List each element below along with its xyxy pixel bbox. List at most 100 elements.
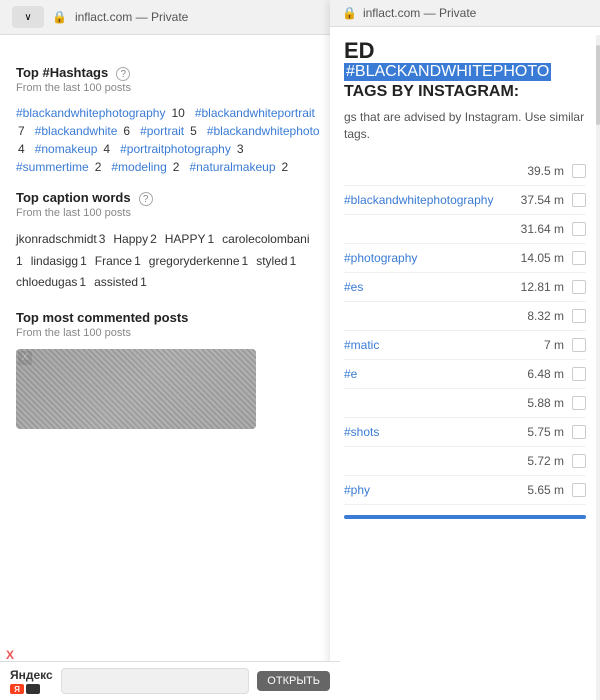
tag-checkbox[interactable] (572, 193, 586, 207)
tag-row: #es 12.81 m (344, 273, 586, 302)
caption-count: 1 (140, 272, 147, 294)
right-panel-content: ED #BLACKANDWHITEPHOTO TAGS BY INSTAGRAM… (330, 27, 600, 692)
caption-words-grid: jkonradschmidt 3 Happy 2 HAPPY 1 carolec… (16, 229, 324, 294)
hashtag-item[interactable]: #blackandwhitephotography (16, 106, 165, 120)
caption-word: France (95, 251, 132, 273)
tag-checkbox[interactable] (572, 367, 586, 381)
hashtag-count: 2 (173, 160, 180, 174)
tag-name[interactable]: #shots (344, 425, 527, 439)
tag-count: 5.65 m (527, 483, 564, 497)
tag-checkbox[interactable] (572, 222, 586, 236)
tag-checkbox[interactable] (572, 483, 586, 497)
tag-checkbox[interactable] (572, 454, 586, 468)
caption-word: lindasigg (31, 251, 78, 273)
tag-row: #matic 7 m (344, 331, 586, 360)
yandex-search-input[interactable] (61, 668, 250, 694)
tag-name[interactable]: #photography (344, 251, 521, 265)
tag-name[interactable]: #es (344, 280, 521, 294)
tag-name[interactable]: #matic (344, 338, 544, 352)
scrollbar-thumb[interactable] (596, 45, 600, 125)
caption-subtitle: From the last 100 posts (16, 207, 324, 219)
tag-count: 37.54 m (521, 193, 564, 207)
hashtag-item[interactable]: #blackandwhiteportrait (195, 106, 315, 120)
tag-row: 5.88 m (344, 389, 586, 418)
caption-word: jkonradschmidt (16, 229, 97, 251)
tag-checkbox[interactable] (572, 251, 586, 265)
tag-count: 5.75 m (527, 425, 564, 439)
right-description: gs that are advised by Instagram. Use si… (344, 109, 586, 143)
left-url-text: inflact.com — Private (75, 10, 188, 24)
tag-name[interactable]: #e (344, 367, 527, 381)
left-browser-bar: ∨ 🔒 inflact.com — Private (0, 0, 340, 35)
comments-title: Top most commented posts (16, 310, 188, 325)
tag-checkbox[interactable] (572, 425, 586, 439)
post-thumbnail[interactable]: X (16, 349, 256, 429)
hashtag-count: 2 (282, 160, 289, 174)
tag-name[interactable]: #phy (344, 483, 527, 497)
hashtag-item[interactable]: #portrait (140, 124, 184, 138)
tag-count: 8.32 m (527, 309, 564, 323)
yandex-0-icon (26, 684, 40, 694)
tag-row: 8.32 m (344, 302, 586, 331)
yandex-logo: Яндекс Я (10, 668, 53, 694)
caption-count: 1 (207, 229, 214, 251)
hashtag-item[interactable]: #portraitphotography (120, 142, 231, 156)
close-ad-x-button[interactable]: X (6, 648, 14, 662)
hashtags-subtitle: From the last 100 posts (16, 82, 324, 94)
hashtag-item[interactable]: #naturalmakeup (189, 160, 275, 174)
tags-list: 39.5 m #blackandwhitephotography 37.54 m… (344, 157, 586, 505)
tag-checkbox[interactable] (572, 164, 586, 178)
caption-word: styled (256, 251, 287, 273)
hashtag-count: 5 (190, 124, 197, 138)
right-url-text: inflact.com — Private (363, 6, 476, 20)
tag-count: 5.88 m (527, 396, 564, 410)
tag-count: 12.81 m (521, 280, 564, 294)
tag-count: 31.64 m (521, 222, 564, 236)
right-title-line1: ED (344, 39, 586, 63)
open-button[interactable]: ОТКРЫТЬ (257, 671, 330, 691)
right-browser-bar: 🔒 inflact.com — Private (330, 0, 600, 27)
tag-checkbox[interactable] (572, 396, 586, 410)
hashtags-title: Top #Hashtags (16, 65, 108, 80)
hashtags-help-icon[interactable]: ? (116, 67, 130, 81)
tag-checkbox[interactable] (572, 338, 586, 352)
caption-count: 2 (150, 229, 157, 251)
left-panel: ∨ 🔒 inflact.com — Private Top #Hashtags … (0, 0, 340, 700)
tag-count: 14.05 m (521, 251, 564, 265)
scrollbar-track[interactable] (596, 35, 600, 700)
caption-count: 1 (134, 251, 141, 273)
hashtag-item[interactable]: #modeling (111, 160, 166, 174)
hashtag-count: 7 (18, 124, 25, 138)
tag-checkbox[interactable] (572, 280, 586, 294)
tag-count: 39.5 m (527, 164, 564, 178)
right-title-highlight: #BLACKANDWHITEPHOTO (344, 63, 551, 81)
hashtag-item[interactable]: #blackandwhitephoto (207, 124, 320, 138)
tag-name[interactable]: #blackandwhitephotography (344, 193, 521, 207)
chevron-button[interactable]: ∨ (12, 6, 44, 28)
hashtag-count: 4 (18, 142, 25, 156)
caption-word: chloedugas (16, 272, 77, 294)
tag-row: #phy 5.65 m (344, 476, 586, 505)
caption-count: 3 (99, 229, 106, 251)
caption-help-icon[interactable]: ? (139, 192, 153, 206)
caption-count: 1 (79, 272, 86, 294)
tag-row: 39.5 m (344, 157, 586, 186)
progress-bar (344, 515, 586, 519)
yandex-name: Яндекс (10, 668, 53, 682)
yandex-y-icon: Я (10, 684, 24, 694)
left-panel-content: Top #Hashtags ? From the last 100 posts … (0, 35, 340, 700)
tag-row: #photography 14.05 m (344, 244, 586, 273)
tag-row: #e 6.48 m (344, 360, 586, 389)
hashtag-item[interactable]: #nomakeup (35, 142, 98, 156)
caption-section-header: Top caption words ? From the last 100 po… (16, 190, 324, 219)
hashtag-count: 3 (237, 142, 244, 156)
ad-banner: Яндекс Я ОТКРЫТЬ (0, 661, 340, 700)
lock-icon: 🔒 (52, 10, 67, 24)
caption-count: 1 (242, 251, 249, 273)
hashtag-item[interactable]: #blackandwhite (35, 124, 118, 138)
tag-count: 5.72 m (527, 454, 564, 468)
tag-count: 6.48 m (527, 367, 564, 381)
tag-row: 31.64 m (344, 215, 586, 244)
hashtag-item[interactable]: #summertime (16, 160, 89, 174)
tag-checkbox[interactable] (572, 309, 586, 323)
